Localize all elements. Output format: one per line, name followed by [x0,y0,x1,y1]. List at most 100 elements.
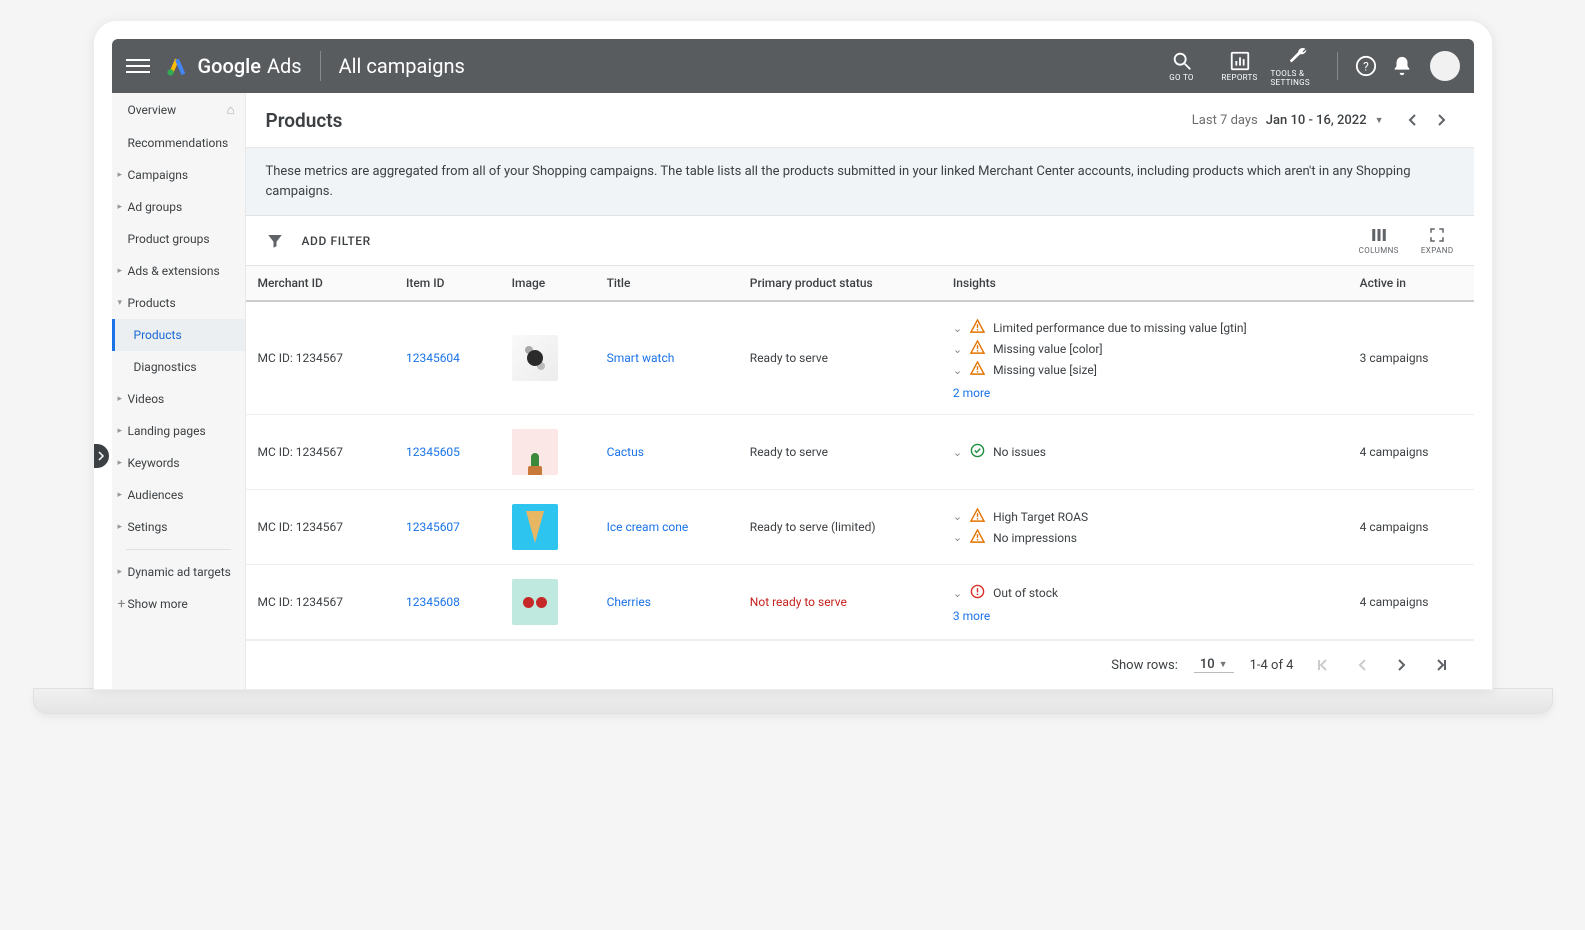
reports-icon[interactable]: REPORTS [1213,50,1267,82]
show-rows-label: Show rows: [1111,658,1178,673]
product-thumbnail[interactable] [512,579,558,625]
chevron-down-icon[interactable]: ⌄ [953,322,962,335]
notifications-icon[interactable] [1386,55,1418,77]
item-id-link[interactable]: 12345608 [406,595,460,609]
date-prev-button[interactable] [1400,107,1426,133]
cell-item: 12345607 [394,490,500,565]
sidebar-item-overview[interactable]: Overview⌂ [112,93,245,127]
page-prev-button[interactable] [1350,653,1374,677]
product-thumbnail[interactable] [512,504,558,550]
status-text: Ready to serve [750,445,828,459]
chevron-icon: ▸ [118,170,123,180]
warning-icon [970,508,985,526]
page-next-button[interactable] [1390,653,1414,677]
status-text: Ready to serve (limited) [750,520,876,534]
chevron-down-icon[interactable]: ⌄ [953,446,962,459]
nav-label: Setings [128,520,168,534]
products-table: Merchant ID Item ID Image Title Primary … [246,266,1474,640]
menu-icon[interactable] [126,54,150,78]
app-topbar: GoogleAds All campaigns GO TO REPORTS TO… [112,39,1474,93]
chevron-down-icon[interactable]: ⌄ [953,343,962,356]
col-image[interactable]: Image [500,266,595,301]
col-title[interactable]: Title [595,266,738,301]
cell-status: Ready to serve [738,415,941,490]
warning-icon [970,319,985,337]
chevron-down-icon[interactable]: ⌄ [953,364,962,377]
columns-button[interactable]: COLUMNS [1359,226,1399,255]
product-title-link[interactable]: Ice cream cone [607,520,689,534]
sidebar-item-ads-extensions[interactable]: ▸Ads & extensions [112,255,245,287]
nav-label: Landing pages [128,424,206,438]
sidebar-item-ad-groups[interactable]: ▸Ad groups [112,191,245,223]
insight-text: No impressions [993,531,1077,545]
help-icon[interactable]: ? [1350,55,1382,77]
page-title: Products [266,109,343,132]
product-title-link[interactable]: Smart watch [607,351,675,365]
cell-status: Ready to serve (limited) [738,490,941,565]
insight-text: No issues [993,445,1046,459]
product-title-link[interactable]: Cherries [607,595,651,609]
nav-label: Dynamic ad targets [128,565,231,579]
warning-icon [970,529,985,547]
sidebar-subitem-products[interactable]: Products [112,319,245,351]
item-id-link[interactable]: 12345604 [406,351,460,365]
chevron-down-icon[interactable]: ⌄ [953,587,962,600]
product-title-link[interactable]: Cactus [607,445,644,459]
date-range-value[interactable]: Jan 10 - 16, 2022 [1266,113,1367,128]
more-insights-link[interactable]: 2 more [953,386,990,400]
item-id-link[interactable]: 12345607 [406,520,460,534]
chevron-icon: ▸ [118,266,123,276]
item-id-link[interactable]: 12345605 [406,445,460,459]
product-thumbnail[interactable] [512,429,558,475]
chevron-icon: ▸ [118,426,123,436]
cell-insights: ⌄ Out of stock3 more [941,565,1348,640]
col-insights[interactable]: Insights [941,266,1348,301]
sidebar-item-keywords[interactable]: ▸Keywords [112,447,245,479]
date-dropdown-icon[interactable]: ▼ [1375,115,1384,126]
chevron-icon: ▸ [118,394,123,404]
search-icon[interactable]: GO TO [1155,50,1209,82]
nav-label: Videos [128,392,165,406]
sidebar-item-videos[interactable]: ▸ Videos [112,383,245,415]
sidebar-item-dynamic-ad-targets[interactable]: ▸Dynamic ad targets [112,556,245,588]
col-item[interactable]: Item ID [394,266,500,301]
sidebar-item-recommendations[interactable]: Recommendations [112,127,245,159]
col-active[interactable]: Active in [1348,266,1474,301]
chevron-down-icon[interactable]: ⌄ [953,531,962,544]
cell-insights: ⌄High Target ROAS⌄No impressions [941,490,1348,565]
home-icon[interactable]: ⌂ [227,102,235,118]
col-status[interactable]: Primary product status [738,266,941,301]
rows-per-page-select[interactable]: 10 ▼ [1194,657,1234,673]
page-first-button[interactable] [1310,653,1334,677]
product-thumbnail[interactable] [512,335,558,381]
cell-active: 4 campaigns [1348,415,1474,490]
sidebar-item-audiences[interactable]: ▸Audiences [112,479,245,511]
filter-icon[interactable] [266,232,284,250]
sidebar-subitem-diagnostics[interactable]: Diagnostics [112,351,245,383]
tools-settings-icon[interactable]: TOOLS & SETTINGS [1271,46,1325,87]
sidebar-item-landing-pages[interactable]: ▸ Landing pages [112,415,245,447]
page-last-button[interactable] [1430,653,1454,677]
sidebar-item-campaigns[interactable]: ▸Campaigns [112,159,245,191]
cell-merchant: MC ID: 1234567 [246,490,394,565]
sidebar-item-products[interactable]: ▾Products [112,287,245,319]
chevron-down-icon[interactable]: ⌄ [953,510,962,523]
cell-merchant: MC ID: 1234567 [246,415,394,490]
cell-item: 12345608 [394,565,500,640]
add-filter-button[interactable]: ADD FILTER [302,234,371,248]
sidebar-item-product-groups[interactable]: Product groups [112,223,245,255]
nav-label: Recommendations [128,136,229,150]
date-next-button[interactable] [1428,107,1454,133]
cell-image [500,301,595,415]
expand-button[interactable]: EXPAND [1421,226,1454,255]
account-avatar[interactable] [1430,51,1460,81]
chevron-icon: ▸ [118,458,123,468]
more-insights-link[interactable]: 3 more [953,609,990,623]
status-text: Not ready to serve [750,595,847,609]
col-merchant[interactable]: Merchant ID [246,266,394,301]
scope-label[interactable]: All campaigns [339,54,465,78]
insight-text: Out of stock [993,586,1058,600]
table-row: MC ID: 1234567 12345605 Cactus Ready to ser… [246,415,1474,490]
sidebar-item-show-more[interactable]: +Show more [112,588,245,620]
sidebar-item-setings[interactable]: ▸Setings [112,511,245,543]
